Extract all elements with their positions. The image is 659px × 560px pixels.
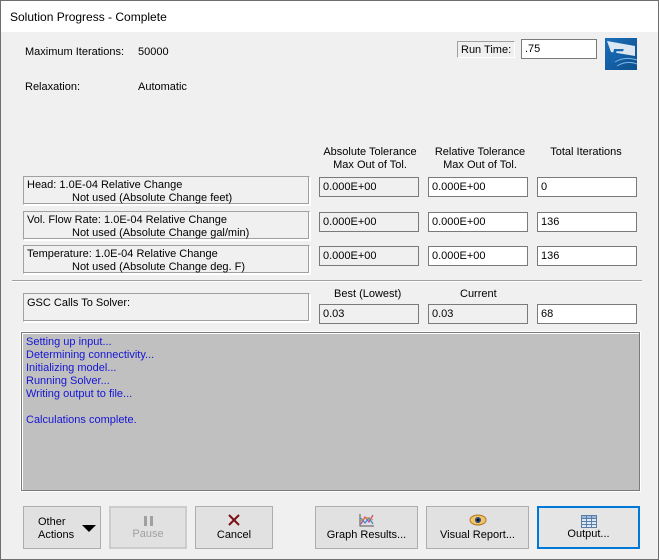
flow-rate-total-iterations-field[interactable]: 136: [537, 212, 637, 232]
flow-rate-tolerance-line1: Vol. Flow Rate: 1.0E-04 Relative Change: [27, 214, 227, 226]
max-iterations-value: 50000: [138, 46, 169, 58]
visual-report-label: Visual Report...: [439, 529, 515, 541]
pause-button[interactable]: Pause: [109, 506, 187, 549]
graph-icon: [316, 513, 417, 527]
cancel-label: Cancel: [216, 529, 252, 541]
output-label: Output...: [567, 528, 610, 540]
gsc-calls-label: GSC Calls To Solver:: [27, 297, 131, 309]
log-line: Determining connectivity...: [26, 349, 155, 361]
flow-rate-tolerance-row: Vol. Flow Rate: 1.0E-04 Relative Change …: [23, 211, 310, 240]
relative-tolerance-header-line2: Max Out of Tol.: [443, 159, 517, 171]
eye-icon: [427, 513, 528, 527]
relative-tolerance-header: Relative Tolerance Max Out of Tol.: [421, 146, 539, 172]
temperature-relative-field[interactable]: 0.000E+00: [428, 246, 528, 266]
gsc-calls-field[interactable]: 68: [537, 304, 637, 324]
absolute-tolerance-header-line2: Max Out of Tol.: [333, 159, 407, 171]
head-tolerance-row: Head: 1.0E-04 Relative Change Not used (…: [23, 176, 310, 205]
current-header: Current: [460, 288, 497, 300]
max-iterations-label: Maximum Iterations:: [25, 46, 125, 58]
window-title: Solution Progress - Complete: [10, 10, 167, 24]
svg-text:F: F: [611, 46, 624, 68]
fathom-logo-icon: F: [605, 38, 638, 70]
gsc-calls-row: GSC Calls To Solver:: [23, 293, 310, 322]
head-tolerance-line2: Not used (Absolute Change feet): [72, 192, 233, 204]
head-absolute-field: 0.000E+00: [319, 177, 419, 197]
temperature-total-iterations-field[interactable]: 136: [537, 246, 637, 266]
graph-results-label: Graph Results...: [326, 529, 407, 541]
visual-report-button[interactable]: Visual Report...: [426, 506, 529, 549]
log-line: Calculations complete.: [26, 414, 137, 426]
progress-log: Setting up input... Determining connecti…: [21, 332, 640, 491]
relaxation-value: Automatic: [138, 81, 187, 93]
gsc-current-field: 0.03: [428, 304, 528, 324]
total-iterations-header: Total Iterations: [550, 146, 622, 158]
run-time-field[interactable]: .75: [521, 39, 597, 59]
other-actions-label-line1: Other: [38, 516, 66, 528]
temperature-tolerance-line2: Not used (Absolute Change deg. F): [72, 261, 246, 273]
dropdown-arrow-icon: [82, 525, 96, 532]
cancel-button[interactable]: Cancel: [195, 506, 273, 549]
flow-rate-absolute-field: 0.000E+00: [319, 212, 419, 232]
log-line: Setting up input...: [26, 336, 112, 348]
section-divider: [12, 280, 642, 282]
graph-results-button[interactable]: Graph Results...: [315, 506, 418, 549]
table-grid-icon: [539, 514, 638, 528]
other-actions-button[interactable]: Other Actions: [23, 506, 101, 549]
run-time-label: Run Time:: [457, 41, 516, 58]
cancel-x-icon: [196, 513, 272, 527]
temperature-tolerance-line1: Temperature: 1.0E-04 Relative Change: [27, 248, 218, 260]
temperature-tolerance-row: Temperature: 1.0E-04 Relative Change Not…: [23, 245, 310, 274]
best-lowest-header: Best (Lowest): [334, 288, 402, 300]
solution-progress-window: Solution Progress - Complete Maximum Ite…: [0, 0, 659, 560]
pause-icon: [111, 514, 185, 528]
relaxation-label: Relaxation:: [25, 81, 81, 93]
head-tolerance-line1: Head: 1.0E-04 Relative Change: [27, 179, 183, 191]
head-total-iterations-field[interactable]: 0: [537, 177, 637, 197]
title-bar: Solution Progress - Complete: [1, 1, 658, 32]
flow-rate-relative-field[interactable]: 0.000E+00: [428, 212, 528, 232]
head-relative-field[interactable]: 0.000E+00: [428, 177, 528, 197]
temperature-absolute-field: 0.000E+00: [319, 246, 419, 266]
absolute-tolerance-header-line1: Absolute Tolerance: [323, 146, 417, 158]
log-line: Writing output to file...: [26, 388, 133, 400]
other-actions-label-line2: Actions: [38, 529, 75, 541]
pause-label: Pause: [132, 528, 164, 540]
flow-rate-tolerance-line2: Not used (Absolute Change gal/min): [72, 227, 250, 239]
output-button[interactable]: Output...: [537, 506, 640, 549]
gsc-best-field: 0.03: [319, 304, 419, 324]
log-line: Initializing model...: [26, 362, 117, 374]
log-line: Running Solver...: [26, 375, 110, 387]
relative-tolerance-header-line1: Relative Tolerance: [434, 146, 526, 158]
absolute-tolerance-header: Absolute Tolerance Max Out of Tol.: [311, 146, 429, 172]
